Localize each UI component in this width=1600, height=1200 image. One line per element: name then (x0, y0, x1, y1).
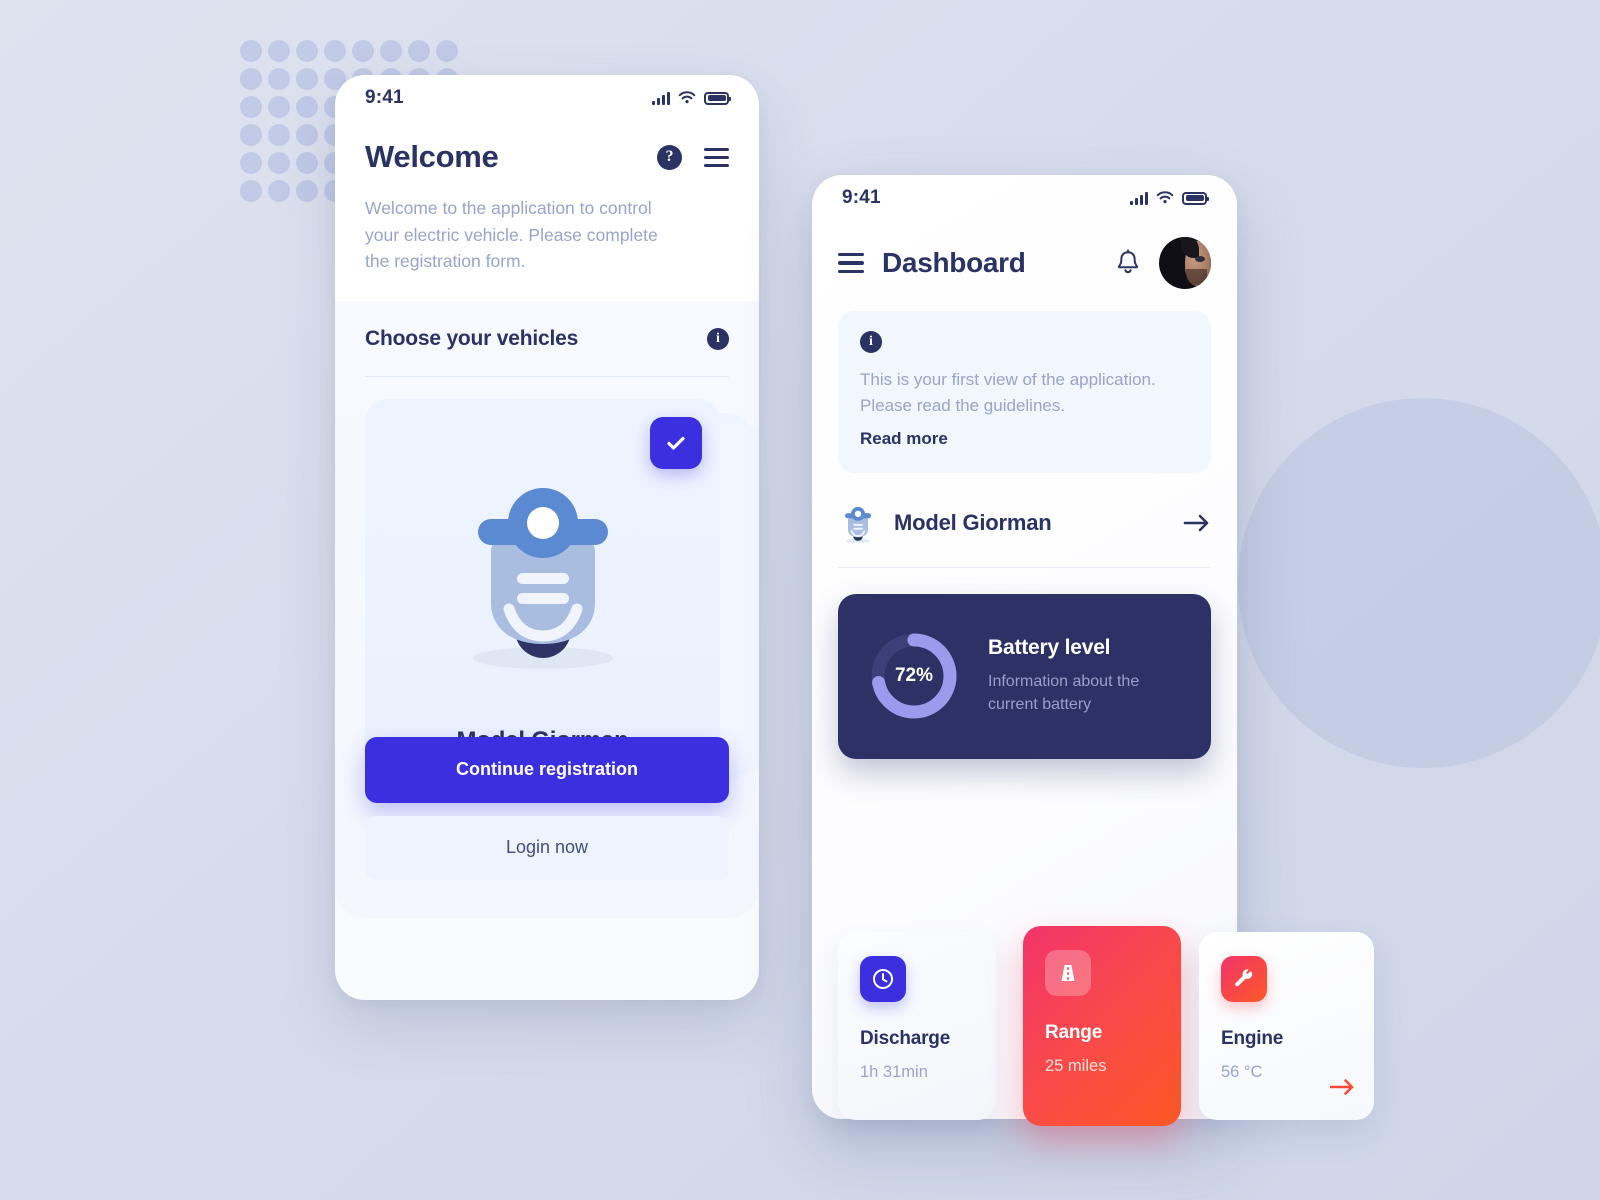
stat-label: Engine (1221, 1028, 1284, 1049)
model-row[interactable]: Model Giorman (838, 501, 1211, 568)
user-avatar[interactable] (1159, 237, 1211, 289)
scooter-icon (845, 506, 871, 543)
status-bar: 9:41 (335, 75, 759, 121)
divider (365, 375, 729, 377)
notification-bell-icon[interactable] (1115, 249, 1141, 277)
welcome-phone-mockup: 9:41 Welcome ? Welcome to the applicatio… (335, 75, 759, 1000)
page-title: Welcome (365, 139, 499, 174)
guidelines-text: This is your first view of the applicati… (860, 370, 1156, 416)
clock-icon (860, 956, 906, 1002)
cellular-signal-icon (1130, 191, 1148, 205)
page-title: Dashboard (882, 247, 1026, 278)
status-time: 9:41 (365, 87, 404, 108)
battery-icon (704, 91, 731, 105)
model-name: Model Giorman (894, 509, 1052, 535)
battery-percent-label: 72% (894, 665, 934, 687)
stat-label: Range (1045, 1022, 1103, 1043)
cellular-signal-icon (652, 91, 670, 105)
scooter-illustration (365, 449, 720, 689)
battery-level-card[interactable]: 72% Battery level Information about the … (838, 593, 1211, 759)
stat-card-range[interactable]: Range 25 miles (1023, 926, 1181, 1126)
wifi-icon (1156, 191, 1174, 204)
wifi-icon (678, 91, 696, 104)
battery-card-description: Information about the current battery (988, 673, 1140, 714)
info-circle-icon[interactable]: i (707, 327, 729, 350)
decorative-circle (1238, 398, 1600, 768)
arrow-right-icon[interactable] (1183, 513, 1211, 533)
hamburger-menu-icon[interactable] (838, 253, 864, 273)
arrow-right-icon[interactable] (1330, 1078, 1356, 1096)
battery-donut-chart: 72% (866, 628, 962, 724)
welcome-description: Welcome to the application to control yo… (365, 198, 658, 272)
battery-card-title: Battery level (988, 636, 1111, 659)
stat-value: 25 miles (1045, 1057, 1107, 1075)
stat-card-discharge[interactable]: Discharge 1h 31min (838, 932, 996, 1120)
choose-vehicles-title: Choose your vehicles (365, 326, 579, 350)
hamburger-menu-icon[interactable] (704, 147, 729, 167)
stats-row: Discharge 1h 31min Range 25 miles Engine… (838, 926, 1374, 1126)
read-more-link[interactable]: Read more (860, 429, 1189, 449)
dashboard-header: Dashboard (812, 221, 1237, 289)
road-icon (1045, 950, 1091, 996)
info-circle-icon: i (860, 331, 882, 353)
battery-icon (1182, 191, 1209, 205)
stat-value: 1h 31min (860, 1063, 928, 1081)
status-time: 9:41 (842, 187, 881, 208)
vehicle-carousel: Model Giorman (365, 398, 759, 789)
stat-card-engine[interactable]: Engine 56 °C (1199, 932, 1374, 1120)
login-now-button[interactable]: Login now (365, 815, 729, 880)
vehicle-card-selected[interactable]: Model Giorman (365, 398, 720, 789)
choose-vehicles-header: Choose your vehicles i (365, 327, 729, 351)
guidelines-card: i This is your first view of the applica… (838, 311, 1211, 473)
help-circle-icon[interactable]: ? (657, 144, 682, 170)
continue-registration-button[interactable]: Continue registration (365, 736, 729, 803)
stat-label: Discharge (860, 1028, 951, 1049)
welcome-header: Welcome ? (335, 121, 759, 175)
choose-vehicles-section: Choose your vehicles i Continue registra… (335, 300, 759, 918)
wrench-icon (1221, 956, 1267, 1002)
status-bar: 9:41 (812, 175, 1237, 221)
welcome-actions: Continue registration Login now (365, 736, 729, 880)
dashboard-phone-mockup: 9:41 Dashboard i This is your first view… (812, 175, 1374, 1126)
